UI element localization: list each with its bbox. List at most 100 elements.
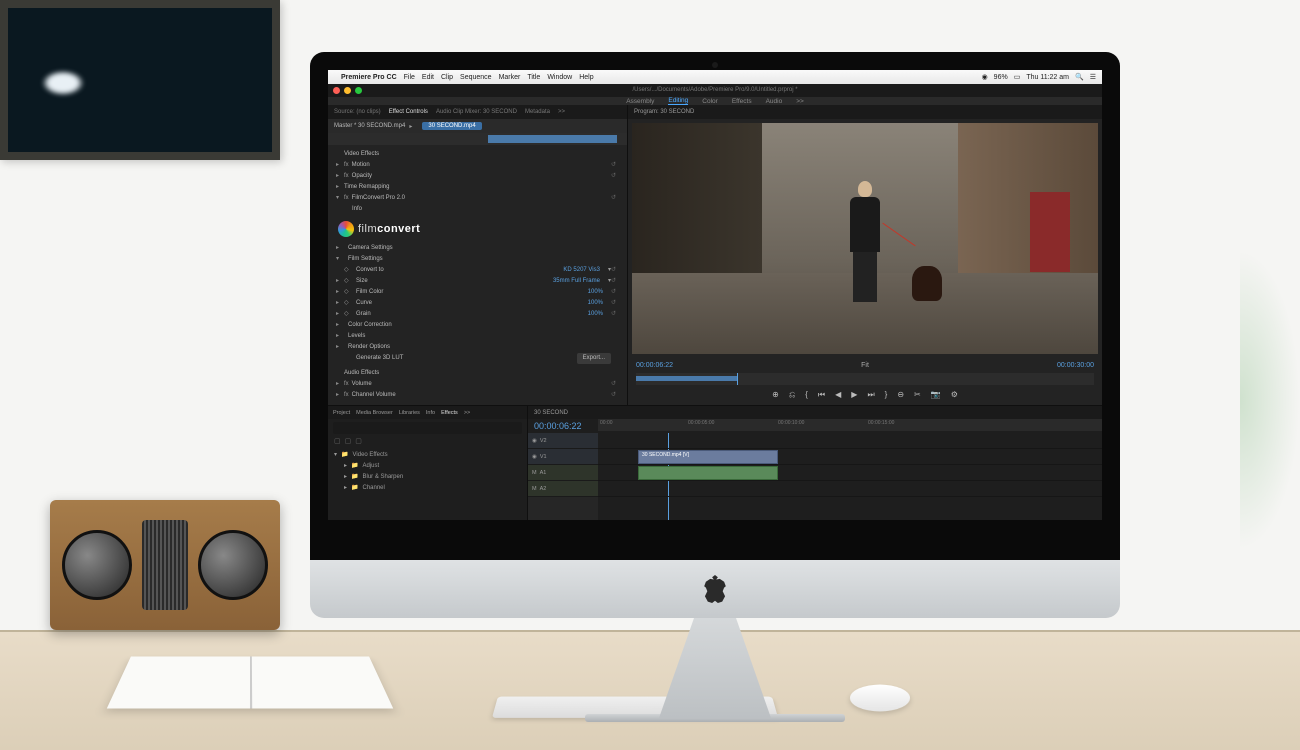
reset-icon[interactable]: ↺ [611,287,619,298]
disclosure-icon[interactable]: ▸ [336,379,344,390]
ec-filmconvert[interactable]: FilmConvert Pro 2.0 [352,193,611,204]
timeline-ruler[interactable]: 00:00 00:00:05:00 00:00:10:00 00:00:15:0… [598,419,1102,431]
param-film-color-value[interactable]: 100% [588,287,603,298]
disclosure-icon[interactable]: ▸ [336,390,344,401]
folder-adjust[interactable]: Adjust [363,461,380,472]
preset-filter-icon[interactable]: ▢ [334,437,341,445]
tab-overflow[interactable]: >> [464,410,470,416]
ec-time-remapping[interactable]: Time Remapping [344,182,619,193]
track-header-v2[interactable]: ◉V2 [528,433,598,449]
tab-project[interactable]: Project [333,410,350,416]
ec-motion[interactable]: Motion [352,160,611,171]
tab-info[interactable]: Info [426,410,435,416]
disclosure-icon[interactable]: ▸ [344,472,347,483]
export-lut-button[interactable]: Export... [577,353,611,364]
disclosure-icon[interactable]: ▸ [336,331,344,342]
track-header-a1[interactable]: MA1 [528,465,598,481]
disclosure-icon[interactable]: ▸ [336,160,344,171]
ec-info[interactable]: Info [344,204,619,215]
disclosure-icon[interactable]: ▸ [336,342,344,353]
window-titlebar[interactable]: /Users/.../Documents/Adobe/Premiere Pro/… [328,84,1102,97]
reset-icon[interactable]: ↺ [611,379,619,390]
disclosure-icon[interactable]: ▸ [336,276,344,287]
param-convert-to-value[interactable]: KD 5207 Vis3 [563,265,600,276]
lift-button[interactable]: ⊖ [897,390,904,400]
disclosure-icon[interactable]: ▸ [336,171,344,182]
program-title[interactable]: Program: 30 SECOND [634,109,694,115]
ec-render-options[interactable]: Render Options [344,342,619,353]
close-icon[interactable] [333,87,340,94]
track-toggle-icon[interactable]: ◉ [532,438,537,444]
track-toggle-icon[interactable]: ◉ [532,454,537,460]
tab-source[interactable]: Source: (no clips) [334,109,381,115]
playhead-icon[interactable] [737,373,738,385]
mark-in-button[interactable]: ⎌ [789,390,795,400]
ec-camera-settings[interactable]: Camera Settings [344,243,619,254]
play-backward-button[interactable]: ◀ [835,390,841,400]
program-viewer[interactable] [632,123,1098,354]
program-tc-current[interactable]: 00:00:06:22 [636,362,673,369]
ec-film-settings[interactable]: Film Settings [344,254,619,265]
workspace-assembly[interactable]: Assembly [626,98,654,105]
workspace-overflow[interactable]: >> [796,98,804,105]
ec-opacity[interactable]: Opacity [352,171,611,182]
add-marker-button[interactable]: ⊕ [772,390,779,400]
keyframe-toggle-icon[interactable]: ◇ [344,265,352,276]
workspace-color[interactable]: Color [702,98,718,105]
play-button[interactable]: ▶ [851,390,857,400]
keyframe-toggle-icon[interactable]: ◇ [344,298,352,309]
track-header-v1[interactable]: ◉V1 [528,449,598,465]
wifi-icon[interactable]: ◉ [982,73,988,81]
macos-menubar[interactable]: Premiere Pro CC File Edit Clip Sequence … [328,70,1102,84]
menu-edit[interactable]: Edit [422,74,434,81]
track-header-a2[interactable]: MA2 [528,481,598,497]
effects-search-input[interactable] [333,422,522,434]
reset-icon[interactable]: ↺ [611,171,619,182]
program-zoom-fit[interactable]: Fit [861,362,869,369]
menu-file[interactable]: File [404,74,415,81]
disclosure-icon[interactable]: ▸ [336,182,344,193]
tab-media-browser[interactable]: Media Browser [356,410,393,416]
param-grain-value[interactable]: 100% [588,309,603,320]
timeline-clip-audio[interactable] [638,466,778,480]
ec-channel-volume[interactable]: Channel Volume [352,390,611,401]
tab-metadata[interactable]: Metadata [525,109,550,115]
reset-icon[interactable]: ↺ [611,160,619,171]
menu-marker[interactable]: Marker [499,74,521,81]
workspace-effects[interactable]: Effects [732,98,752,105]
timeline-clip-video[interactable]: 30 SECOND.mp4 [V] [638,450,778,464]
param-size-value[interactable]: 35mm Full Frame [553,276,600,287]
disclosure-icon[interactable]: ▾ [336,254,344,265]
track-toggle-icon[interactable]: M [532,486,537,492]
tab-overflow[interactable]: >> [558,109,565,115]
step-back-button[interactable]: ⏮ [818,390,825,400]
timeline-tracks-area[interactable]: 30 SECOND.mp4 [V] [598,433,1102,520]
folder-blur[interactable]: Blur & Sharpen [363,472,404,483]
disclosure-icon[interactable]: ▸ [336,287,344,298]
tab-effect-controls[interactable]: Effect Controls [389,109,428,115]
disclosure-icon[interactable]: ▸ [336,309,344,320]
ec-mini-timeline[interactable] [328,133,627,145]
ec-color-correction[interactable]: Color Correction [344,320,619,331]
menu-help[interactable]: Help [579,74,593,81]
track-toggle-icon[interactable]: M [532,470,537,476]
param-curve-value[interactable]: 100% [588,298,603,309]
reset-icon[interactable]: ↺ [611,298,619,309]
keyframe-toggle-icon[interactable]: ◇ [344,309,352,320]
battery-icon[interactable]: ▭ [1014,73,1021,81]
tab-effects[interactable]: Effects [441,410,458,416]
reset-icon[interactable]: ↺ [611,265,619,276]
ec-levels[interactable]: Levels [344,331,619,342]
export-frame-button[interactable]: 📷 [931,390,941,400]
disclosure-icon[interactable]: ▸ [336,243,344,254]
battery-percent[interactable]: 96% [994,74,1008,81]
ec-clip-button[interactable]: 30 SECOND.mp4 [422,122,481,130]
tab-audio-mixer[interactable]: Audio Clip Mixer: 30 SECOND [436,109,517,115]
folder-channel[interactable]: Channel [363,483,385,494]
extract-button[interactable]: ✂ [914,390,921,400]
workspace-editing[interactable]: Editing [668,97,688,105]
disclosure-icon[interactable]: ▾ [336,193,344,204]
menu-sequence[interactable]: Sequence [460,74,492,81]
reset-icon[interactable]: ↺ [611,309,619,320]
go-to-out-button[interactable]: } [885,390,888,400]
